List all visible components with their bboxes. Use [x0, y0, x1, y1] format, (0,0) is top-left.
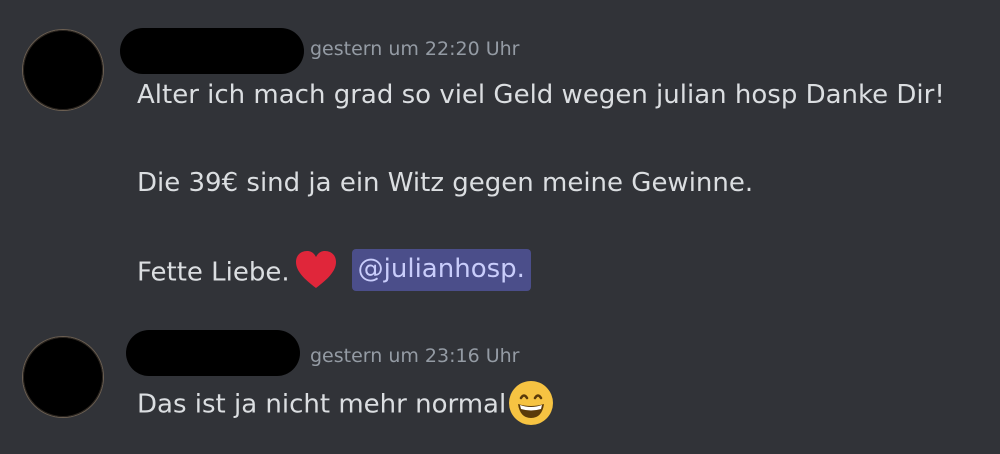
timestamp: gestern um 23:16 Uhr [310, 345, 520, 367]
message-2: gestern um 23:16 Uhr Das ist ja nicht me… [0, 310, 1000, 454]
grinning-face-icon [509, 381, 554, 425]
message-1: gestern um 22:20 Uhr Alter ich mach grad… [0, 0, 1000, 310]
message-text-line: Das ist ja nicht mehr normal [137, 381, 554, 428]
heart-icon [295, 251, 336, 288]
message-text: Fette Liebe. [137, 257, 290, 288]
message-text: Das ist ja nicht mehr normal [137, 389, 507, 420]
timestamp: gestern um 22:20 Uhr [310, 38, 520, 60]
redacted-username[interactable] [120, 28, 304, 74]
avatar[interactable] [23, 30, 103, 110]
message-text-line: Alter ich mach grad so viel Geld wegen j… [137, 80, 945, 110]
user-mention[interactable]: @julianhosp. [351, 249, 531, 291]
message-text-line: Die 39€ sind ja ein Witz gegen meine Gew… [137, 168, 754, 198]
message-text-line: Fette Liebe. @julianhosp. [137, 249, 531, 294]
redacted-username[interactable] [126, 330, 300, 376]
avatar[interactable] [23, 337, 103, 417]
